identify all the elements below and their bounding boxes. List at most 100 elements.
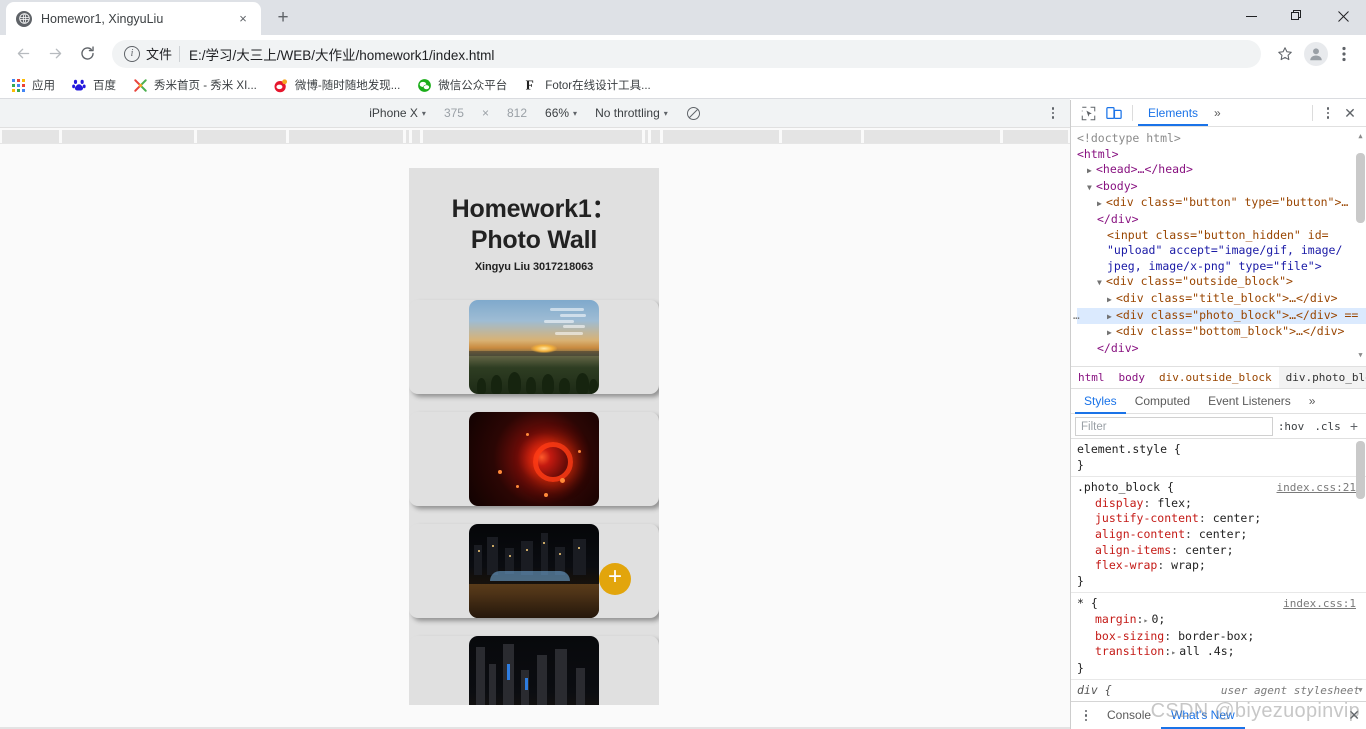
page-info-icon[interactable]: i xyxy=(124,45,140,62)
devtools-kebab-icon[interactable] xyxy=(1318,103,1338,123)
svg-text:F: F xyxy=(526,77,534,92)
cls-toggle-button[interactable]: .cls xyxy=(1309,420,1346,433)
collapse-triangle-icon[interactable]: ▼ xyxy=(1087,180,1096,196)
close-icon[interactable]: × xyxy=(235,11,251,27)
dom-node-text: <div class="bottom_block">…</div> xyxy=(1116,324,1345,339)
css-declaration[interactable]: align-items: center; xyxy=(1077,543,1366,559)
css-declaration[interactable]: flex-wrap: wrap; xyxy=(1077,558,1366,574)
drawer-kebab-icon[interactable] xyxy=(1075,706,1097,726)
bookmark-xiumi[interactable]: 秀米首页 - 秀米 XI... xyxy=(132,77,257,93)
styles-filter-input[interactable]: Filter xyxy=(1075,416,1273,436)
close-window-button[interactable] xyxy=(1320,0,1366,32)
expand-triangle-icon[interactable]: ▶ xyxy=(1107,325,1116,341)
bookmark-label: 秀米首页 - 秀米 XI... xyxy=(154,80,257,92)
divider xyxy=(1132,105,1133,121)
browser-tab[interactable]: Homewor1, XingyuLiu × xyxy=(6,2,261,35)
photo-thumbnail[interactable] xyxy=(409,636,659,705)
css-declaration[interactable]: display: flex; xyxy=(1077,496,1366,512)
css-declaration[interactable]: justify-content: center; xyxy=(1077,511,1366,527)
more-styles-tabs-icon[interactable]: » xyxy=(1300,389,1325,414)
maximize-restore-button[interactable] xyxy=(1274,0,1320,32)
inspect-element-icon[interactable] xyxy=(1075,102,1101,124)
photo-thumbnail[interactable] xyxy=(409,300,659,394)
close-devtools-icon[interactable]: ✕ xyxy=(1338,102,1362,124)
dom-node-text: <div class="outside_block"> xyxy=(1106,274,1293,289)
avatar[interactable] xyxy=(1304,41,1328,66)
emulated-page: Homework1： Photo Wall Xingyu Liu 3017218… xyxy=(409,168,659,705)
breadcrumb-outside-block[interactable]: div.outside_block xyxy=(1152,367,1279,389)
throttling-select[interactable]: No throttling ▾ xyxy=(595,106,668,120)
css-declaration[interactable]: box-sizing: border-box; xyxy=(1077,629,1366,645)
bookmark-apps[interactable]: 应用 xyxy=(10,77,55,93)
css-declaration[interactable]: transition:▸ all .4s; xyxy=(1077,644,1366,661)
css-property-value: all .4s; xyxy=(1179,644,1235,659)
plus-icon: + xyxy=(607,563,622,590)
drawer-tab-whats-new[interactable]: What's New xyxy=(1161,702,1245,729)
expand-triangle-icon[interactable]: ▸ xyxy=(1171,645,1179,661)
styles-pane-scrollbar[interactable]: ▼ xyxy=(1356,441,1365,699)
device-toolbar-kebab-icon[interactable] xyxy=(1044,104,1062,122)
dom-tree[interactable]: <!doctype html> <html> ▶ <head>…</head> ▼… xyxy=(1071,127,1366,366)
baidu-icon xyxy=(71,77,87,93)
css-declaration[interactable]: margin:▸ 0; xyxy=(1077,612,1366,629)
rule-source-link[interactable]: index.css:1 xyxy=(1283,596,1356,612)
sunrise-photo-image xyxy=(469,300,599,394)
add-photo-button[interactable]: + xyxy=(599,563,631,595)
rotate-icon[interactable] xyxy=(686,106,701,121)
tab-elements[interactable]: Elements xyxy=(1138,100,1209,126)
hov-toggle-button[interactable]: :hov xyxy=(1273,420,1310,433)
expand-triangle-icon[interactable]: ▶ xyxy=(1107,292,1116,308)
forward-button[interactable] xyxy=(40,39,70,69)
night-bridge-photo-image xyxy=(469,524,599,618)
chrome-menu-icon[interactable] xyxy=(1330,40,1358,68)
zoom-select[interactable]: 66% ▾ xyxy=(545,106,577,120)
bookmark-star-icon[interactable] xyxy=(1271,40,1299,68)
tab-styles[interactable]: Styles xyxy=(1075,389,1126,414)
reload-button[interactable] xyxy=(72,39,102,69)
bookmark-weibo[interactable]: 微博-随时随地发现... xyxy=(273,77,400,93)
dom-node-text: jpeg, image/x-png" type="file"> xyxy=(1107,258,1322,273)
dom-tree-scrollbar[interactable]: ▲ ▼ xyxy=(1356,129,1365,364)
bookmark-label: Fotor在线设计工具... xyxy=(545,80,651,92)
device-name: iPhone X xyxy=(369,106,418,120)
address-bar[interactable]: i 文件 E:/学习/大三上/WEB/大作业/homework1/index.h… xyxy=(112,39,1261,68)
dom-node: ▼ <div class="outside_block"> xyxy=(1077,274,1366,291)
drawer-tab-console[interactable]: Console xyxy=(1097,702,1161,729)
tab-strip: Homewor1, XingyuLiu × + xyxy=(0,0,1366,35)
styles-pane[interactable]: element.style { } .photo_block { index.c… xyxy=(1071,439,1366,701)
breadcrumb-photo-block[interactable]: div.photo_block xyxy=(1278,366,1366,389)
viewport-width-input[interactable]: 375 xyxy=(444,106,464,120)
breadcrumb-body[interactable]: body xyxy=(1112,367,1153,389)
bookmark-baidu[interactable]: 百度 xyxy=(71,77,116,93)
close-drawer-icon[interactable]: ✕ xyxy=(1348,707,1360,724)
dom-node: ▶ <div class="button" type="button">… xyxy=(1077,195,1366,212)
new-tab-button[interactable]: + xyxy=(269,4,297,32)
dom-node: ▶ <head>…</head> xyxy=(1077,162,1366,179)
expand-triangle-icon[interactable]: ▶ xyxy=(1087,163,1096,179)
rule-source-link[interactable]: index.css:21 xyxy=(1277,480,1356,496)
times-symbol: × xyxy=(481,106,489,120)
css-declaration[interactable]: align-content: center; xyxy=(1077,527,1366,543)
more-tabs-icon[interactable]: » xyxy=(1208,106,1227,120)
tab-event-listeners[interactable]: Event Listeners xyxy=(1199,389,1300,414)
tab-computed[interactable]: Computed xyxy=(1126,389,1199,414)
new-style-rule-button[interactable]: + xyxy=(1346,418,1362,434)
photo-block: + xyxy=(409,273,659,705)
dom-node-selected[interactable]: … ▶ <div class="photo_block">…</div> == xyxy=(1073,307,1366,325)
dom-node-text: </div> xyxy=(1097,211,1139,226)
device-select[interactable]: iPhone X ▾ xyxy=(369,106,426,120)
css-property-value: flex; xyxy=(1157,495,1192,510)
device-toolbar-icon[interactable] xyxy=(1101,102,1127,124)
bookmark-fotor[interactable]: F Fotor在线设计工具... xyxy=(523,77,651,93)
viewport-height-input[interactable]: 812 xyxy=(507,106,527,120)
back-button[interactable] xyxy=(8,39,38,69)
breadcrumb-html[interactable]: html xyxy=(1071,367,1112,389)
bookmark-wechat[interactable]: 微信公众平台 xyxy=(416,77,507,93)
minimize-button[interactable] xyxy=(1228,0,1274,32)
photo-thumbnail[interactable] xyxy=(409,412,659,506)
collapse-triangle-icon[interactable]: ▼ xyxy=(1097,275,1106,291)
css-property-value: 0; xyxy=(1151,611,1166,626)
expand-triangle-icon[interactable]: ▶ xyxy=(1107,309,1116,325)
expand-triangle-icon[interactable]: ▶ xyxy=(1097,196,1106,212)
city-skyline-photo-image xyxy=(469,636,599,705)
